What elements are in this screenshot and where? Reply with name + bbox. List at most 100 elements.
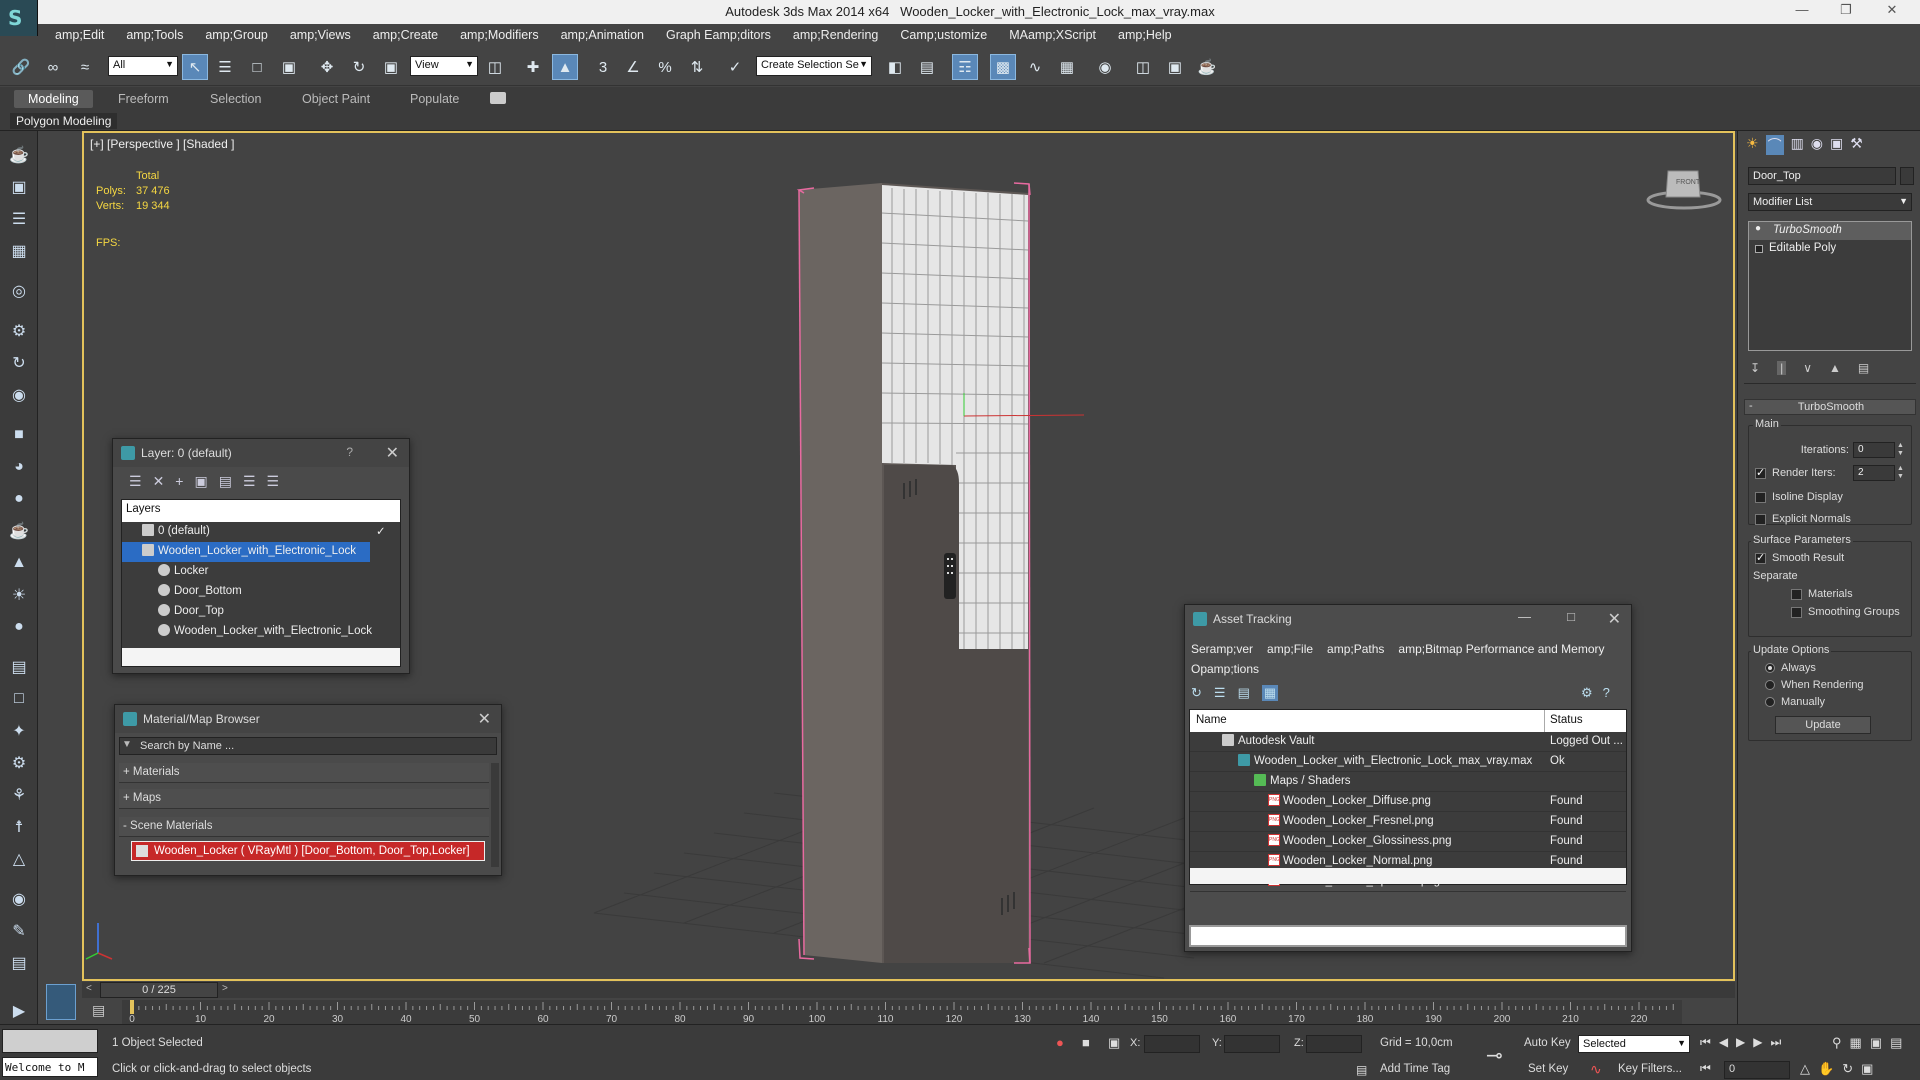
zoom-extents-icon[interactable]: ▣ [1870,1035,1882,1051]
key-filters-button[interactable]: Key Filters... [1618,1063,1682,1075]
object-row-door-top[interactable]: Door_Top [122,602,400,622]
object-row-locker-main[interactable]: Wooden_Locker_with_Electronic_Lock [122,622,400,642]
configure-sets-icon[interactable]: ▤ [1858,361,1869,375]
table-row[interactable]: PNG Wooden_Locker_Fresnel.png Found [1190,812,1626,832]
modifier-list-dropdown[interactable]: Modifier List ▼ [1748,193,1912,211]
render-setup-icon[interactable]: ◫ [1130,54,1156,80]
spinner-arrows-icon[interactable]: ▲ ▼ [1897,465,1904,481]
highlight-layer-icon[interactable]: ▤ [219,473,232,493]
add-to-layer-icon[interactable]: + [175,473,183,493]
z-coord-field[interactable] [1306,1035,1362,1053]
absolute-mode-icon[interactable]: ▣ [1108,1035,1120,1051]
menu-help[interactable]: amp;Help [1107,24,1183,48]
camera-reel-icon[interactable]: ◉ [5,381,33,409]
swirl-icon[interactable]: ↻ [5,349,33,377]
refresh-icon[interactable]: ↻ [1191,685,1202,701]
show-end-result-icon[interactable]: | [1777,361,1787,375]
help-button[interactable]: ? [346,445,353,459]
align-icon[interactable]: ▤ [914,54,940,80]
dome-icon[interactable]: ◕ [5,453,33,481]
orbit-icon[interactable]: ↻ [1842,1061,1853,1077]
menu-animation[interactable]: amp;Animation [550,24,655,48]
list-icon[interactable]: ☰ [5,205,33,233]
utilities-tab-icon[interactable]: ⚒ [1850,135,1863,155]
rendered-frame-icon[interactable]: ▣ [1162,54,1188,80]
window-crossing-icon[interactable]: ▣ [276,54,302,80]
sun-icon[interactable]: ☀ [5,581,33,609]
explicit-normals-checkbox[interactable]: Explicit Normals [1755,513,1851,525]
menu-views[interactable]: amp;Views [279,24,362,48]
welcome-field[interactable]: Welcome to M [2,1057,98,1077]
path-field[interactable] [1189,925,1627,947]
stack-item-editable-poly[interactable]: Editable Poly [1749,240,1911,258]
bulb-icon[interactable]: ● [1755,223,1761,234]
menu-modifiers[interactable]: amp;Modifiers [449,24,550,48]
update-manually-radio[interactable]: Manually [1765,696,1825,708]
teapot-alt-icon[interactable]: ☕ [5,517,33,545]
graphite-toolbar-icon[interactable]: ▩ [990,54,1016,80]
cone-icon[interactable]: ▲ [5,549,33,577]
prev-frame-icon[interactable]: < [86,983,92,994]
next-frame-icon[interactable]: > [222,983,228,994]
table-view-icon[interactable]: ▦ [1261,685,1279,701]
cloth-icon[interactable]: △ [5,845,33,873]
current-frame-marker[interactable] [130,1000,134,1014]
snaps-toggle-icon[interactable]: 3 [590,54,616,80]
rotate-icon[interactable]: ↻ [346,54,372,80]
select-object-icon[interactable]: ↖ [182,54,208,80]
material-search-input[interactable]: ▼ Search by Name ... [119,737,497,755]
menu-file[interactable]: amp;File [1267,639,1313,659]
table-row[interactable]: Autodesk Vault Logged Out ... [1190,732,1626,752]
close-icon[interactable]: ✕ [386,443,399,463]
add-time-tag[interactable]: Add Time Tag [1380,1063,1450,1075]
update-button[interactable]: Update [1775,716,1871,734]
motion-tab-icon[interactable]: ◉ [1811,135,1823,155]
minimize-icon[interactable]: — [1518,609,1531,624]
plant-icon[interactable]: ⚘ [5,781,33,809]
lock-icon[interactable]: ■ [1082,1035,1090,1050]
edit-named-selection-icon[interactable]: ✓ [722,54,748,80]
play-icon[interactable]: ▶ [5,997,33,1025]
menu-graph-editors[interactable]: Graph Eamp;ditors [655,24,782,48]
set-key-button[interactable]: Set Key [1528,1063,1568,1075]
menu-options[interactable]: Opamp;tions [1191,659,1259,679]
section-maps[interactable]: + Maps [119,789,489,809]
help-icon[interactable]: ? [1603,685,1610,701]
scale-icon[interactable]: ▣ [378,54,404,80]
settings-icon[interactable]: ⚙ [1581,685,1593,701]
expand-icon[interactable] [1755,245,1763,253]
close-icon[interactable]: ✕ [1608,609,1621,629]
table-row[interactable]: PNG Wooden_Locker_Glossiness.png Found [1190,832,1626,852]
key-icon[interactable]: ⊸ [1486,1043,1503,1068]
col-name-header[interactable]: Name [1196,714,1227,726]
pan-icon[interactable]: ✋ [1818,1061,1834,1077]
zoom-all-icon[interactable]: ▦ [1850,1035,1862,1051]
asset-tracking-titlebar[interactable]: Asset Tracking — □ ✕ [1185,605,1631,633]
vertical-scrollbar[interactable] [491,763,499,867]
dolly-icon[interactable]: ⚙ [5,317,33,345]
menu-bitmap-performance[interactable]: amp;Bitmap Performance and Memory [1398,639,1604,659]
mirror-icon[interactable]: ◧ [882,54,908,80]
go-to-start-icon[interactable]: ⏮ [1700,1035,1711,1050]
object-row-door-bottom[interactable]: Door_Bottom [122,582,400,602]
select-by-name-icon[interactable]: ☰ [212,54,238,80]
section-materials[interactable]: + Materials [119,763,489,783]
select-manipulate-icon[interactable]: ✚ [520,54,546,80]
ribbon-options-icon[interactable] [490,92,506,104]
angle-snap-icon[interactable]: ∠ [620,54,646,80]
close-button[interactable]: ✕ [1872,2,1912,22]
table-row[interactable]: Maps / Shaders [1190,772,1626,792]
schematic-view-icon[interactable]: ▦ [1054,54,1080,80]
palette-icon[interactable]: ◎ [5,277,33,305]
hierarchy-tab-icon[interactable]: ▥ [1791,135,1804,155]
disc-icon[interactable]: ● [5,613,33,641]
keyboard-shortcut-icon[interactable]: ▲ [552,54,578,80]
remove-modifier-icon[interactable]: ▲ [1829,361,1841,375]
freeze-all-icon[interactable]: ☰ [267,473,280,493]
render-iters-toggle[interactable]: Render Iters: [1755,466,1836,479]
create-tab-icon[interactable]: ☀ [1746,135,1759,155]
curve-editor-icon[interactable]: ∿ [1022,54,1048,80]
object-color-swatch[interactable] [1900,167,1914,185]
rect-selection-icon[interactable]: □ [244,54,270,80]
menu-server[interactable]: Seramp;ver [1191,639,1253,659]
